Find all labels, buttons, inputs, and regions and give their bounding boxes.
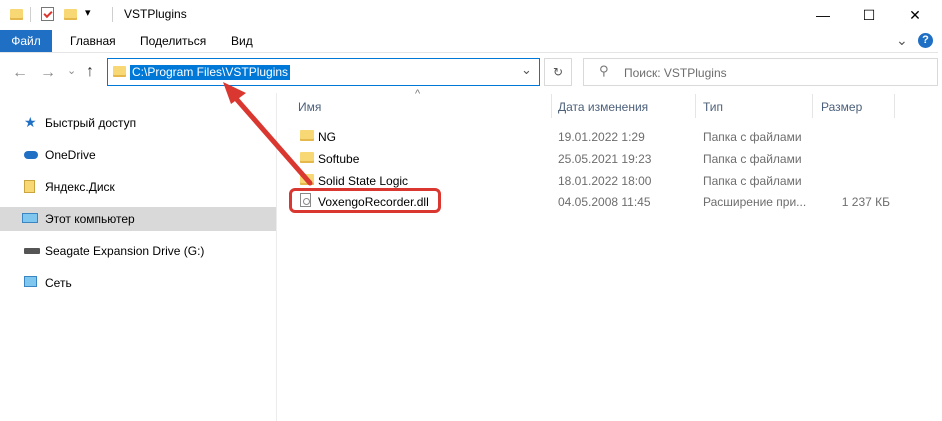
right-edge [938, 0, 942, 421]
arrow-head [223, 82, 246, 104]
annotation-arrow [223, 82, 313, 186]
arrow-shaft [229, 91, 313, 186]
